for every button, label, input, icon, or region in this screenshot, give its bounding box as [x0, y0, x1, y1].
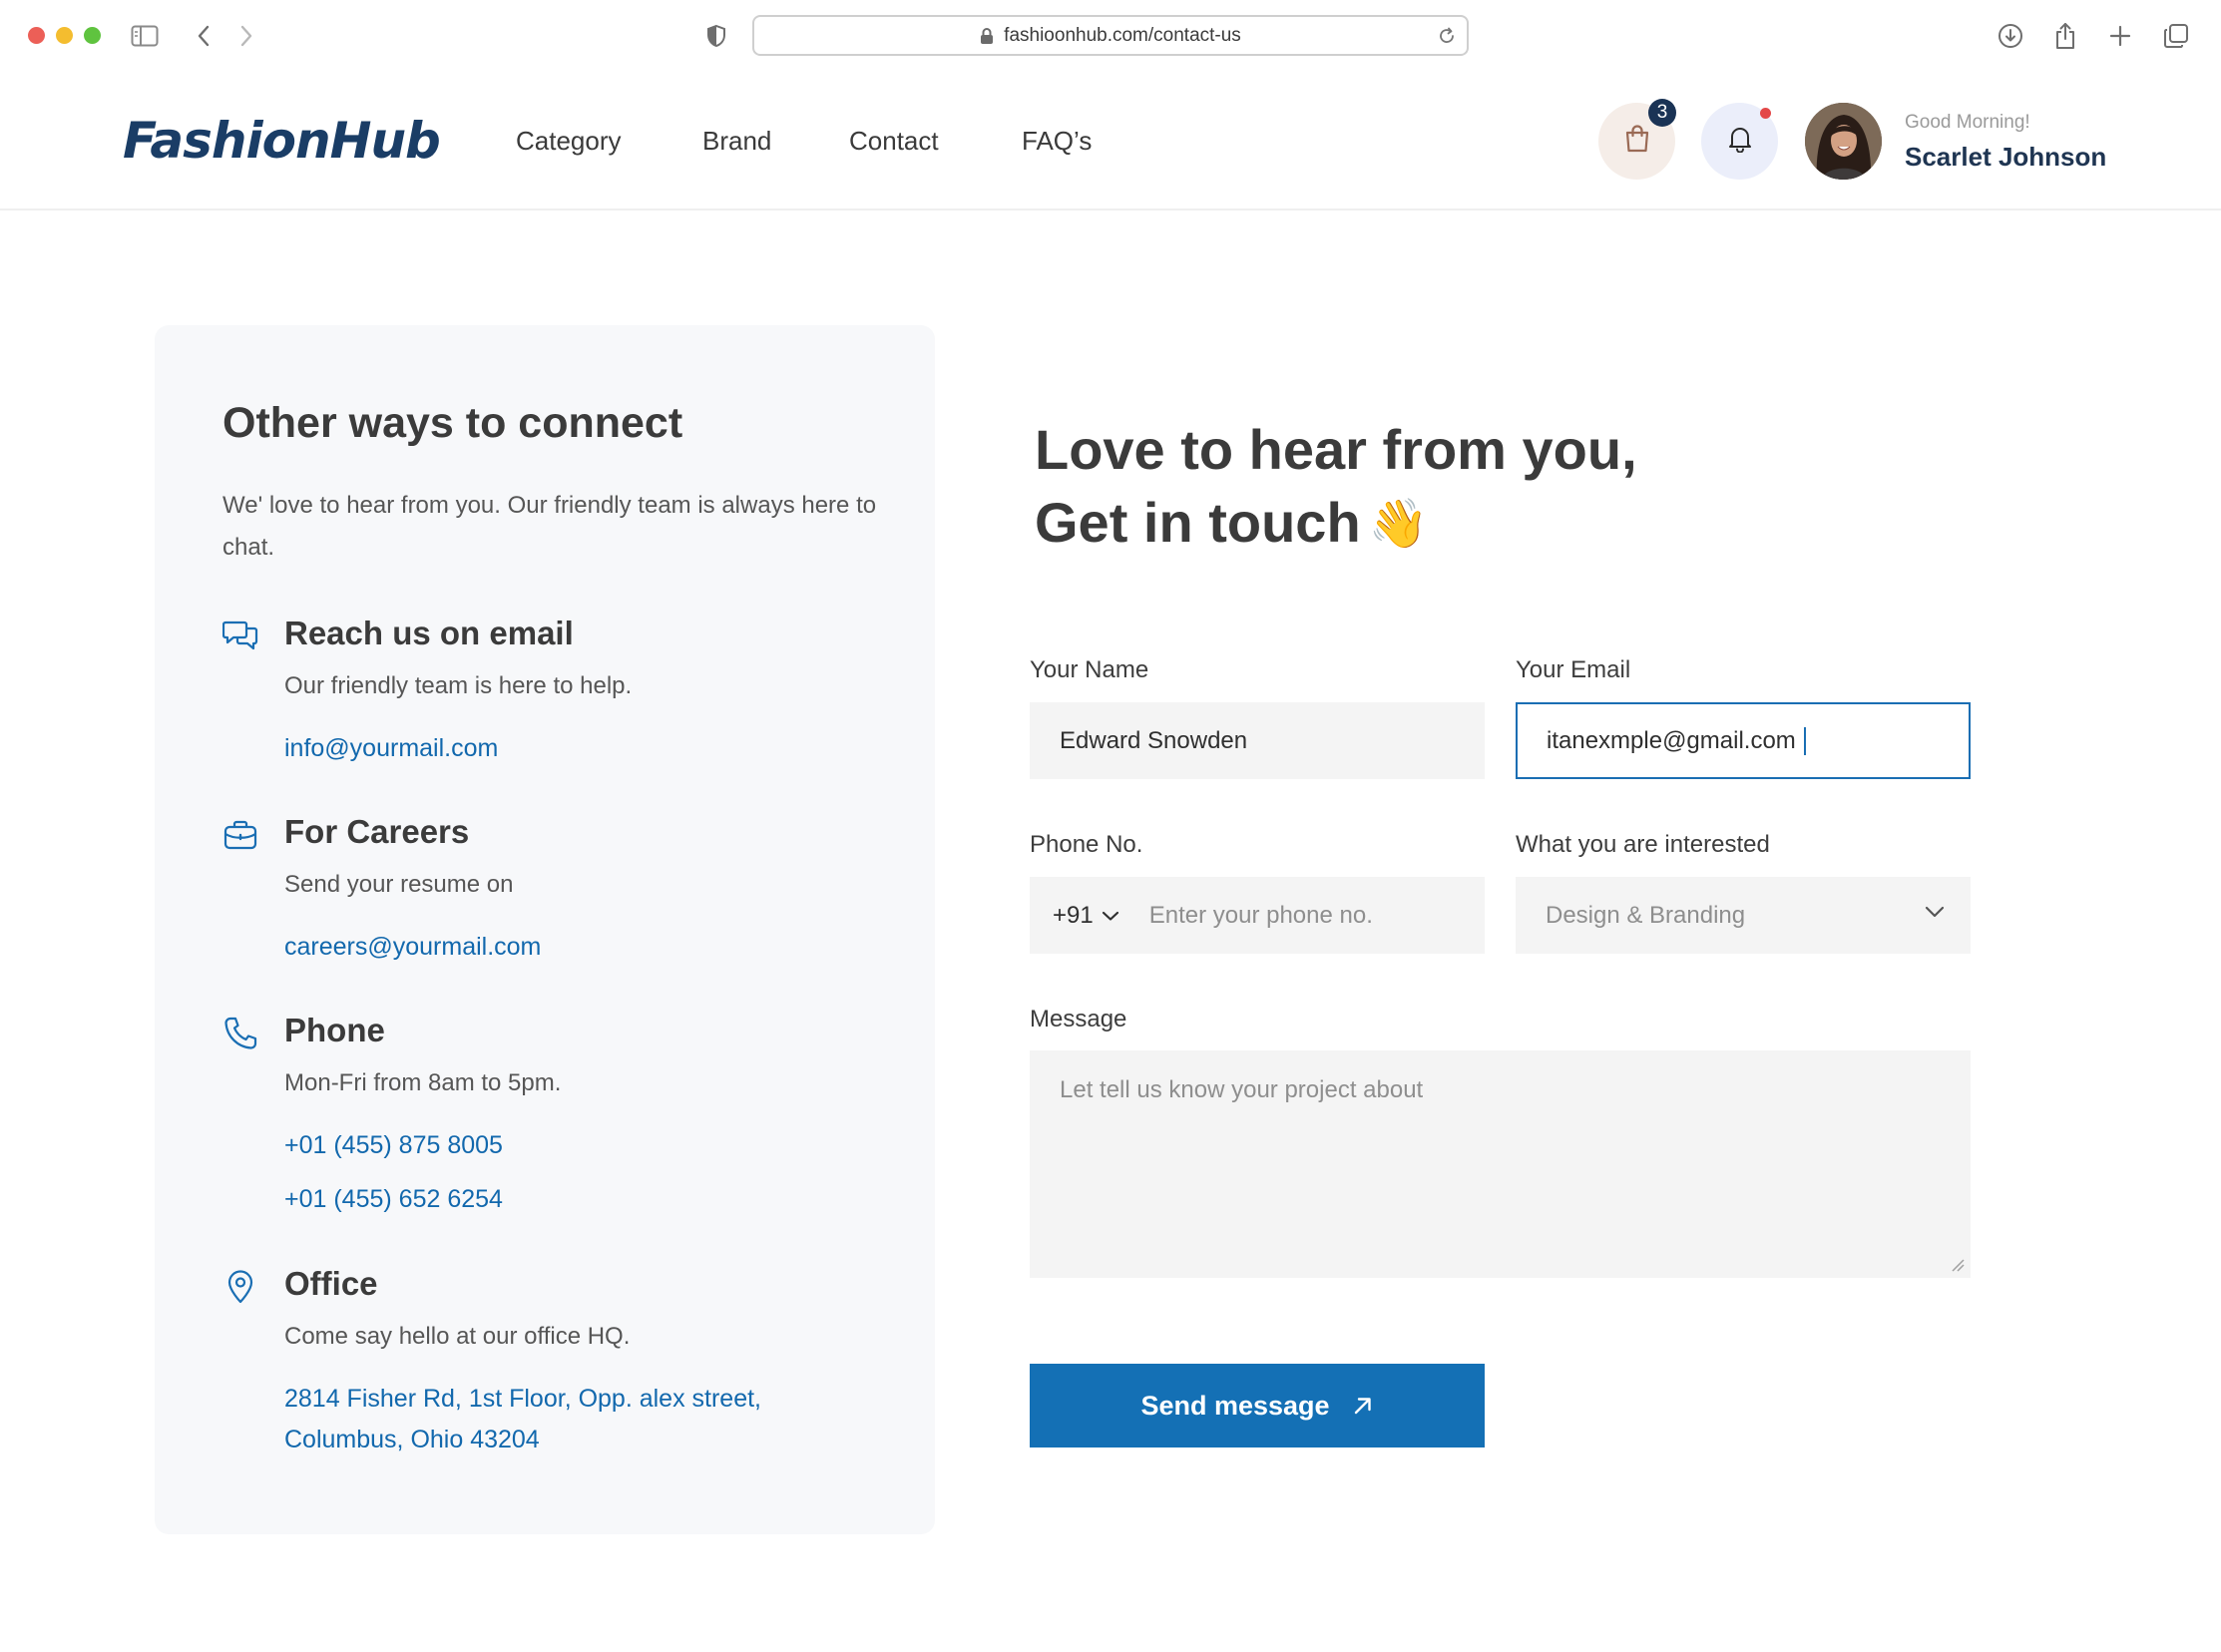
url-text: fashioonhub.com/contact-us — [1004, 24, 1241, 46]
email-label: Your Email — [1516, 656, 1631, 683]
arrow-up-right-icon — [1354, 1398, 1371, 1415]
sidebar-toggle-icon[interactable] — [127, 18, 163, 54]
maximize-window-button[interactable] — [84, 27, 101, 44]
waving-hand-icon: 👋 — [1368, 498, 1429, 551]
site-logo[interactable]: FashionHub — [123, 112, 441, 170]
location-pin-icon — [222, 1268, 259, 1306]
chevron-down-icon — [1925, 906, 1945, 918]
nav-category[interactable]: Category — [516, 126, 622, 157]
avatar[interactable] — [1805, 103, 1882, 180]
name-label: Your Name — [1030, 656, 1149, 683]
reload-icon[interactable] — [1437, 26, 1457, 46]
downloads-icon[interactable] — [1993, 18, 2028, 54]
phone-link-2[interactable]: +01 (455) 652 6254 — [284, 1178, 503, 1220]
interest-select[interactable]: Design & Branding — [1516, 877, 1971, 954]
greeting-text: Good Morning! — [1905, 112, 2030, 133]
chat-bubbles-icon — [222, 617, 259, 654]
form-heading-line-2: Get in touch — [1035, 491, 1361, 554]
form-heading: Love to hear from you, Get in touch 👋 — [1035, 413, 1637, 561]
name-field-value: Edward Snowden — [1060, 726, 1248, 754]
office-section-title: Office — [284, 1265, 378, 1302]
interest-select-value: Design & Branding — [1546, 901, 1746, 929]
cart-count-badge: 3 — [1648, 99, 1676, 127]
message-placeholder: Let tell us know your project about — [1060, 1076, 1424, 1103]
lock-icon — [980, 27, 994, 45]
browser-toolbar: fashioonhub.com/contact-us — [0, 0, 2221, 72]
send-message-button[interactable]: Send message — [1030, 1364, 1485, 1447]
careers-section-text: Send your resume on — [284, 871, 514, 898]
forward-icon[interactable] — [228, 18, 264, 54]
site-header: FashionHub Category Brand Contact FAQ’s … — [0, 72, 2221, 210]
phone-link-1[interactable]: +01 (455) 875 8005 — [284, 1124, 503, 1166]
phone-field[interactable]: +91 Enter your phone no. — [1030, 877, 1485, 954]
close-window-button[interactable] — [28, 27, 45, 44]
office-address-line-1[interactable]: 2814 Fisher Rd, 1st Floor, Opp. alex str… — [284, 1378, 761, 1420]
country-code-select[interactable]: +91 — [1053, 902, 1119, 930]
phone-icon — [222, 1015, 259, 1052]
nav-contact[interactable]: Contact — [849, 126, 939, 157]
info-title: Other ways to connect — [222, 399, 683, 447]
briefcase-icon — [222, 816, 259, 854]
message-textarea[interactable]: Let tell us know your project about — [1030, 1050, 1971, 1278]
careers-email-link[interactable]: careers@yourmail.com — [284, 926, 541, 968]
office-address-line-2[interactable]: Columbus, Ohio 43204 — [284, 1419, 540, 1460]
careers-section-title: For Careers — [284, 813, 470, 850]
resize-grip-icon — [1952, 1259, 1965, 1272]
nav-brand[interactable]: Brand — [702, 126, 771, 157]
phone-input-placeholder[interactable]: Enter your phone no. — [1149, 902, 1373, 930]
minimize-window-button[interactable] — [56, 27, 73, 44]
office-section-text: Come say hello at our office HQ. — [284, 1323, 631, 1350]
email-field-value: itanexmple@gmail.com — [1547, 726, 1796, 754]
email-section-text: Our friendly team is here to help. — [284, 672, 633, 699]
email-link[interactable]: info@yourmail.com — [284, 727, 498, 769]
form-heading-line-1: Love to hear from you, — [1035, 418, 1637, 481]
email-field[interactable]: itanexmple@gmail.com — [1516, 702, 1971, 779]
tab-overview-icon[interactable] — [2158, 18, 2194, 54]
phone-section-title: Phone — [284, 1012, 385, 1048]
email-section-title: Reach us on email — [284, 615, 574, 651]
back-icon[interactable] — [186, 18, 222, 54]
interest-label: What you are interested — [1516, 831, 1770, 858]
info-subtitle: We' love to hear from you. Our friendly … — [222, 492, 877, 561]
phone-label: Phone No. — [1030, 831, 1143, 858]
nav-faqs[interactable]: FAQ’s — [1022, 126, 1092, 157]
address-bar[interactable]: fashioonhub.com/contact-us — [752, 15, 1469, 56]
name-field[interactable]: Edward Snowden — [1030, 702, 1485, 779]
country-code-value: +91 — [1053, 901, 1094, 929]
privacy-shield-icon[interactable] — [698, 18, 734, 54]
notification-dot — [1760, 108, 1771, 119]
user-name[interactable]: Scarlet Johnson — [1905, 142, 2106, 173]
message-label: Message — [1030, 1006, 1127, 1032]
new-tab-icon[interactable] — [2102, 18, 2138, 54]
chevron-down-icon — [1102, 911, 1118, 921]
text-cursor — [1803, 726, 1806, 755]
bell-icon — [1727, 125, 1753, 158]
share-icon[interactable] — [2047, 18, 2083, 54]
shopping-bag-icon — [1623, 124, 1651, 159]
phone-section-text: Mon-Fri from 8am to 5pm. — [284, 1069, 562, 1096]
send-message-label: Send message — [1140, 1390, 1330, 1421]
